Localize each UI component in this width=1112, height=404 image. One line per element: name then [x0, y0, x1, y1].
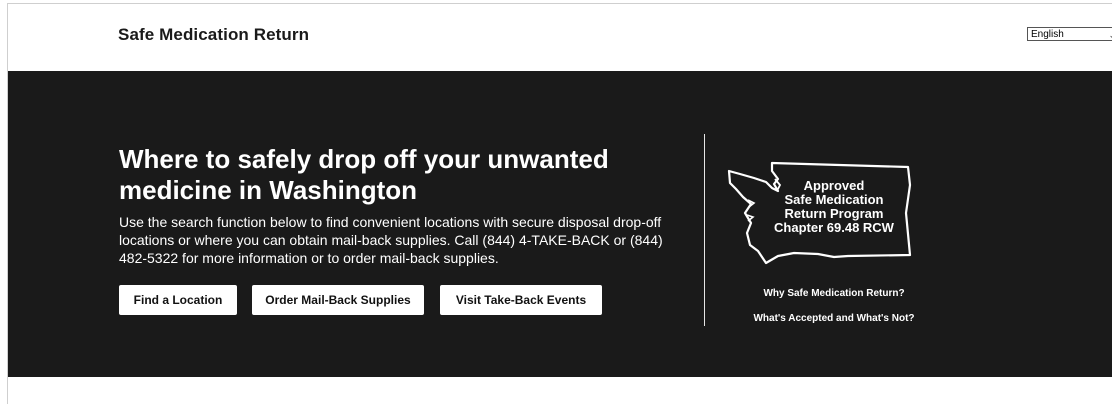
- chevron-down-icon: ⌄: [1108, 28, 1112, 42]
- language-select-value: English: [1031, 29, 1064, 40]
- badge-line: Chapter 69.48 RCW: [774, 220, 894, 235]
- find-location-button[interactable]: Find a Location: [119, 285, 237, 315]
- site-header: Safe Medication Return English ⌄: [8, 4, 1112, 71]
- order-mail-back-button[interactable]: Order Mail-Back Supplies: [252, 285, 424, 315]
- hero-description: Use the search function below to find co…: [119, 214, 663, 266]
- page: Safe Medication Return English ⌄ Where t…: [7, 3, 1112, 404]
- hero-banner: Where to safely drop off your unwanted m…: [8, 71, 1112, 377]
- site-title[interactable]: Safe Medication Return: [118, 25, 309, 45]
- language-select[interactable]: English ⌄: [1027, 27, 1112, 41]
- why-safe-medication-link[interactable]: Why Safe Medication Return?: [704, 288, 964, 299]
- badge-line: Safe Medication: [784, 192, 884, 207]
- hero-title: Where to safely drop off your unwanted m…: [119, 144, 609, 205]
- badge-line: Approved: [803, 178, 865, 193]
- approved-program-badge: Approved Safe Medication Return Program …: [733, 179, 935, 235]
- whats-accepted-link[interactable]: What's Accepted and What's Not?: [704, 313, 964, 324]
- badge-line: Return Program: [784, 206, 884, 221]
- take-back-events-button[interactable]: Visit Take-Back Events: [440, 285, 602, 315]
